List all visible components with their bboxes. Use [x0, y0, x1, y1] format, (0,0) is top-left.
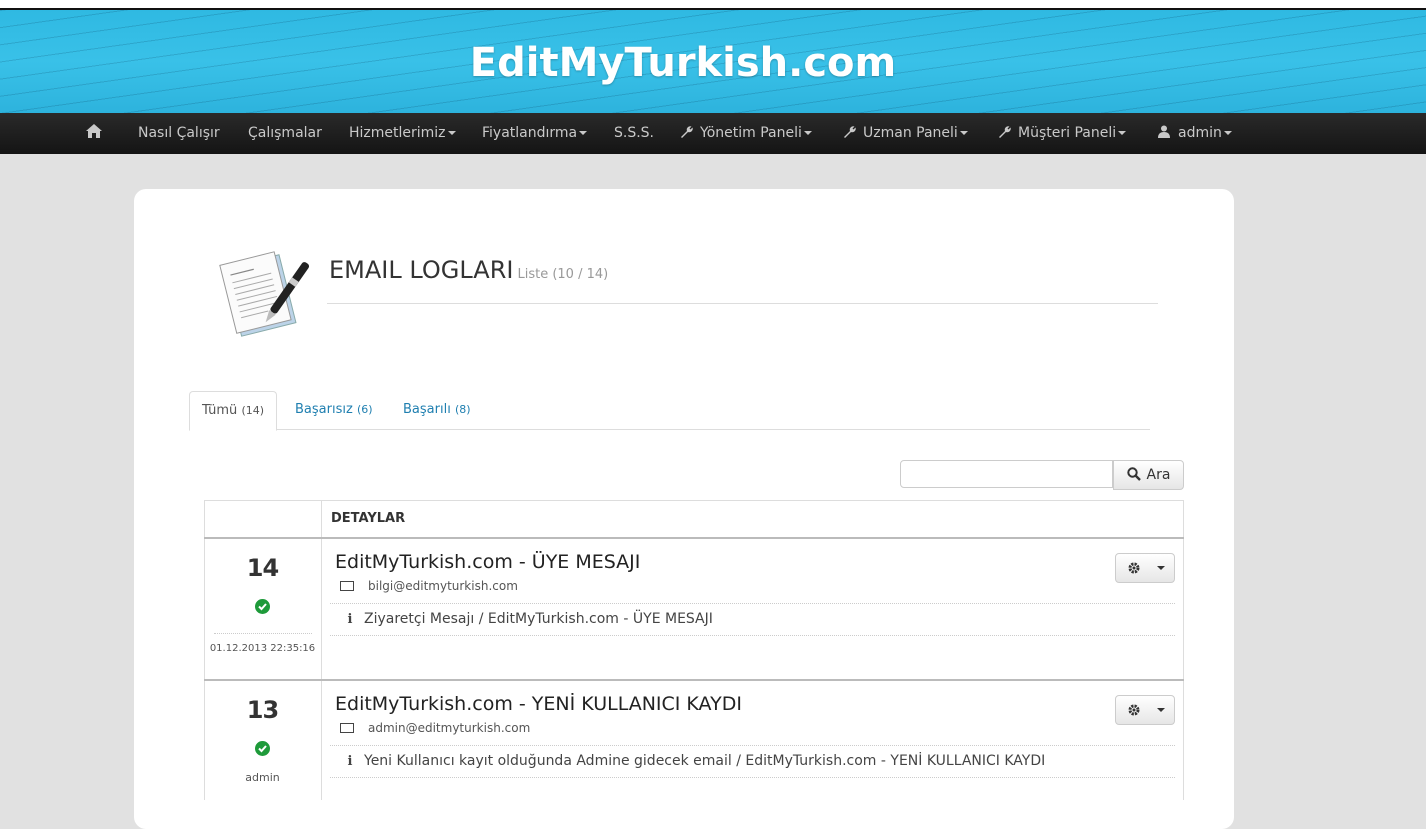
- wrench-icon: [844, 126, 856, 138]
- gear-icon: [1128, 704, 1140, 716]
- caret-down-icon: [1118, 131, 1127, 135]
- tab-label: Başarılı: [403, 402, 451, 417]
- nav-item-hizmetlerimiz[interactable]: Hizmetlerimiz: [349, 113, 456, 154]
- date-divider: [214, 633, 312, 635]
- nav-item-calismalar[interactable]: Çalışmalar: [248, 113, 322, 154]
- search-button[interactable]: Ara: [1113, 460, 1184, 490]
- nav-label: Yönetim Paneli: [700, 125, 802, 141]
- row-email-text: admin@editmyturkish.com: [368, 721, 531, 735]
- row-actions-button[interactable]: [1115, 695, 1175, 725]
- success-check-icon: [255, 741, 270, 756]
- row-sender: admin: [245, 771, 280, 784]
- tab-count: (14): [241, 404, 265, 417]
- envelope-icon: [340, 723, 354, 733]
- column-header-detaylar: DETAYLAR: [331, 511, 406, 526]
- site-title[interactable]: EditMyTurkish.com: [0, 40, 1366, 86]
- tab-label: Başarısız: [295, 402, 353, 417]
- row-date: 01.12.2013 22:35:16: [209, 643, 316, 654]
- title-divider: [327, 303, 1158, 304]
- row-id: 13: [246, 696, 279, 724]
- row-subject: EditMyTurkish.com - YENİ KULLANICI KAYDI: [335, 693, 742, 715]
- tab-count: (8): [454, 403, 471, 416]
- tab-basarisiz[interactable]: Başarısız (6): [283, 391, 385, 429]
- page-title: EMAIL LOGLARI Liste (10 / 14): [329, 256, 608, 284]
- caret-down-icon: [1157, 566, 1165, 570]
- search-input[interactable]: [900, 460, 1113, 488]
- row-info-text: Ziyaretçi Mesajı / EditMyTurkish.com - Ü…: [364, 611, 713, 627]
- search-icon: [1126, 467, 1141, 481]
- search-button-label: Ara: [1146, 467, 1171, 483]
- caret-down-icon: [959, 131, 968, 135]
- tab-count: (6): [356, 403, 373, 416]
- row-info: i Ziyaretçi Mesajı / EditMyTurkish.com - …: [330, 603, 1175, 636]
- wrench-icon: [681, 126, 693, 138]
- row-id: 14: [246, 554, 279, 582]
- tab-basarili[interactable]: Başarılı (8): [391, 391, 483, 429]
- user-icon: [1158, 125, 1170, 138]
- gear-icon: [1128, 562, 1140, 574]
- caret-down-icon: [803, 131, 812, 135]
- row-email-text: bilgi@editmyturkish.com: [368, 579, 518, 593]
- nav-label: Fiyatlandırma: [482, 125, 578, 141]
- tabs-baseline: [189, 429, 1150, 430]
- row-email: bilgi@editmyturkish.com: [340, 579, 518, 593]
- wrench-icon: [999, 126, 1011, 138]
- nav-label: Çalışmalar: [248, 125, 322, 141]
- nav-item-yonetim-paneli[interactable]: Yönetim Paneli: [680, 113, 812, 154]
- caret-down-icon: [1223, 131, 1232, 135]
- nav-label: Müşteri Paneli: [1018, 125, 1117, 141]
- nav-label: Nasıl Çalışır: [138, 125, 220, 141]
- row-email: admin@editmyturkish.com: [340, 721, 530, 735]
- tab-label: Tümü: [202, 403, 238, 418]
- nav-item-sss[interactable]: S.S.S.: [614, 113, 654, 154]
- row-actions-button[interactable]: [1115, 553, 1175, 583]
- column-divider: [321, 500, 322, 800]
- home-icon: [86, 124, 102, 138]
- info-icon: i: [347, 612, 353, 627]
- browser-top-strip: [0, 0, 1426, 10]
- nav-item-admin[interactable]: admin: [1158, 113, 1232, 154]
- info-icon: i: [347, 754, 353, 769]
- row-info-text: Yeni Kullanıcı kayıt olduğunda Admine gi…: [364, 753, 1046, 769]
- success-check-icon: [255, 599, 270, 614]
- site-banner: EditMyTurkish.com: [0, 10, 1426, 113]
- row-divider: [204, 679, 1184, 681]
- tab-tumu[interactable]: Tümü (14): [189, 391, 278, 431]
- nav-label: admin: [1178, 125, 1222, 141]
- row-subject: EditMyTurkish.com - ÜYE MESAJI: [335, 551, 641, 573]
- envelope-icon: [340, 581, 354, 591]
- page-subtitle: Liste (10 / 14): [517, 267, 609, 282]
- nav-item-musteri-paneli[interactable]: Müşteri Paneli: [998, 113, 1127, 154]
- nav-label: Uzman Paneli: [863, 125, 958, 141]
- nav-item-uzman-paneli[interactable]: Uzman Paneli: [843, 113, 968, 154]
- nav-home[interactable]: [85, 113, 103, 154]
- caret-down-icon: [447, 131, 456, 135]
- nav-label: Hizmetlerimiz: [349, 125, 446, 141]
- row-info: i Yeni Kullanıcı kayıt olduğunda Admine g…: [330, 745, 1175, 778]
- document-pen-icon: [219, 251, 310, 337]
- caret-down-icon: [579, 131, 588, 135]
- nav-label: S.S.S.: [614, 125, 655, 141]
- nav-item-nasil-calisir[interactable]: Nasıl Çalışır: [138, 113, 220, 154]
- header-divider: [204, 537, 1184, 539]
- caret-down-icon: [1157, 708, 1165, 712]
- main-navbar: Nasıl Çalışır Çalışmalar Hizmetlerimiz F…: [0, 113, 1426, 154]
- page-title-text: EMAIL LOGLARI: [329, 256, 514, 284]
- nav-item-fiyatlandirma[interactable]: Fiyatlandırma: [482, 113, 588, 154]
